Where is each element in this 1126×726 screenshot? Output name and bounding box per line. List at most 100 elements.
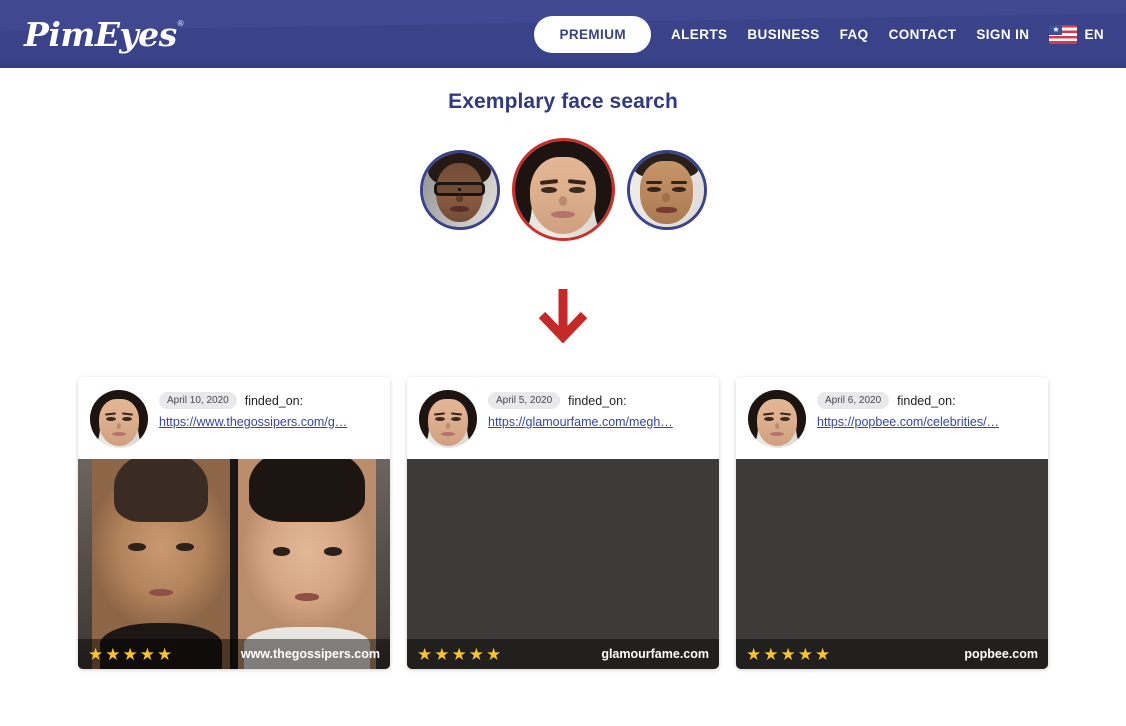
result-card[interactable]: April 10, 2020 finded_on: https://www.th…: [78, 377, 390, 669]
language-code: EN: [1084, 26, 1104, 42]
scene-eye-left: [272, 547, 291, 556]
language-selector[interactable]: ★ EN: [1049, 24, 1104, 44]
result-card-header: April 6, 2020 finded_on: https://popbee.…: [736, 377, 1048, 459]
nav-link-contact[interactable]: CONTACT: [889, 27, 957, 42]
logo-text: PimEyes: [24, 14, 177, 54]
star-icon: ★: [815, 644, 831, 664]
scene-face-features: [92, 459, 230, 669]
result-card[interactable]: April 5, 2020 finded_on: https://glamour…: [407, 377, 719, 669]
result-card-header: April 5, 2020 finded_on: https://glamour…: [407, 377, 719, 459]
result-meta-row: April 5, 2020 finded_on:: [488, 392, 707, 409]
nav-link-faq[interactable]: FAQ: [840, 27, 869, 42]
date-badge: April 6, 2020: [817, 392, 890, 409]
face-selector-row: [0, 138, 1126, 241]
result-card-meta: April 10, 2020 finded_on: https://www.th…: [159, 390, 378, 429]
result-image-footer: ★ ★ ★ ★ ★ www.thegossipers.com: [78, 639, 390, 669]
star-icon: ★: [105, 644, 121, 664]
avatar-hair-left: [514, 160, 532, 231]
face-avatar-3[interactable]: [626, 149, 707, 230]
result-site-name: www.thegossipers.com: [240, 647, 380, 661]
result-url-link[interactable]: https://www.thegossipers.com/g…: [159, 415, 378, 429]
result-thumbnail[interactable]: [419, 390, 477, 448]
scene-person-man: [92, 459, 230, 669]
thumb-mouth: [112, 431, 126, 436]
scene-eye-right: [323, 547, 342, 556]
scene-bar-left: [78, 459, 92, 669]
result-image[interactable]: ★ ★ ★ ★ ★ popbee.com: [736, 459, 1048, 669]
result-image[interactable]: ★ ★ ★ ★ ★ www.thegossipers.com: [78, 459, 390, 669]
result-card-header: April 10, 2020 finded_on: https://www.th…: [78, 377, 390, 459]
avatar-eye-right: [672, 186, 686, 192]
scene-eye-right: [176, 543, 195, 552]
thumb-nose: [774, 423, 780, 429]
arrow-down-icon: [538, 289, 588, 343]
result-url-link[interactable]: https://glamourfame.com/megh…: [488, 415, 707, 429]
star-icon: ★: [434, 644, 450, 664]
rating-stars: ★ ★ ★ ★ ★: [88, 646, 172, 663]
finded-on-label: finded_on:: [897, 393, 956, 408]
star-icon: ★: [122, 644, 138, 664]
pimeyes-logo[interactable]: PimEyes ®: [24, 14, 184, 54]
nav-link-alerts[interactable]: ALERTS: [671, 27, 727, 42]
result-image-scene: [78, 459, 390, 669]
star-icon: ★: [486, 644, 502, 664]
nav-link-sign-in[interactable]: SIGN IN: [976, 27, 1029, 42]
nav-link-business[interactable]: BUSINESS: [747, 27, 819, 42]
star-icon: ★: [797, 644, 813, 664]
face-avatar-2-selected[interactable]: [511, 138, 615, 241]
star-icon: ★: [780, 644, 796, 664]
result-meta-row: April 10, 2020 finded_on:: [159, 392, 378, 409]
rating-stars: ★ ★ ★ ★ ★: [746, 646, 830, 663]
scene-mouth: [294, 593, 320, 601]
result-image-footer: ★ ★ ★ ★ ★ glamourfame.com: [407, 639, 719, 669]
scene-person-woman: [238, 459, 376, 669]
arrow-down-container: [0, 287, 1126, 343]
result-url-link[interactable]: https://popbee.com/celebrities/…: [817, 415, 1036, 429]
star-icon: ★: [88, 644, 104, 664]
avatar-brow-right: [670, 180, 688, 185]
thumb-hair-right: [466, 401, 477, 444]
thumb-hair-right: [795, 401, 806, 444]
avatar-hair-right: [594, 160, 612, 231]
results-grid: April 10, 2020 finded_on: https://www.th…: [0, 377, 1126, 669]
result-site-name: glamourfame.com: [601, 647, 709, 661]
star-icon: ★: [139, 644, 155, 664]
finded-on-label: finded_on:: [568, 393, 627, 408]
star-icon: ★: [746, 644, 762, 664]
face-avatar-1[interactable]: [419, 149, 500, 230]
thumb-mouth: [441, 431, 455, 436]
star-icon: ★: [417, 644, 433, 664]
result-meta-row: April 6, 2020 finded_on:: [817, 392, 1036, 409]
result-image-footer: ★ ★ ★ ★ ★ popbee.com: [736, 639, 1048, 669]
scene-divider: [230, 459, 238, 669]
avatar-mouth: [551, 210, 575, 218]
result-thumbnail[interactable]: [748, 390, 806, 448]
registered-mark-icon: ®: [177, 18, 184, 28]
star-icon: ★: [451, 644, 467, 664]
avatar-eye-left: [647, 186, 661, 192]
result-card-meta: April 5, 2020 finded_on: https://glamour…: [488, 390, 707, 429]
scene-bar-right: [376, 459, 390, 669]
result-card[interactable]: April 6, 2020 finded_on: https://popbee.…: [736, 377, 1048, 669]
thumb-mouth: [770, 431, 784, 436]
avatar-mouth: [656, 207, 677, 214]
us-flag-icon: ★: [1049, 24, 1078, 44]
result-thumbnail[interactable]: [90, 390, 148, 448]
premium-button[interactable]: PREMIUM: [534, 15, 651, 53]
result-image[interactable]: ★ ★ ★ ★ ★ glamourfame.com: [407, 459, 719, 669]
date-badge: April 5, 2020: [488, 392, 561, 409]
thumb-nose: [445, 423, 451, 429]
star-icon: ★: [763, 644, 779, 664]
result-site-name: popbee.com: [964, 647, 1038, 661]
nav-links-group: PREMIUM ALERTS BUSINESS FAQ CONTACT SIGN…: [534, 15, 1104, 53]
top-navbar: PimEyes ® PREMIUM ALERTS BUSINESS FAQ CO…: [0, 0, 1126, 68]
scene-eye-left: [127, 543, 146, 552]
flag-canton: ★: [1049, 24, 1063, 35]
scene-mouth: [148, 589, 174, 597]
scene-face-features: [238, 459, 376, 669]
rating-stars: ★ ★ ★ ★ ★: [417, 646, 501, 663]
date-badge: April 10, 2020: [159, 392, 237, 409]
avatar-nose: [559, 196, 567, 206]
star-icon: ★: [468, 644, 484, 664]
page-title: Exemplary face search: [448, 90, 678, 113]
